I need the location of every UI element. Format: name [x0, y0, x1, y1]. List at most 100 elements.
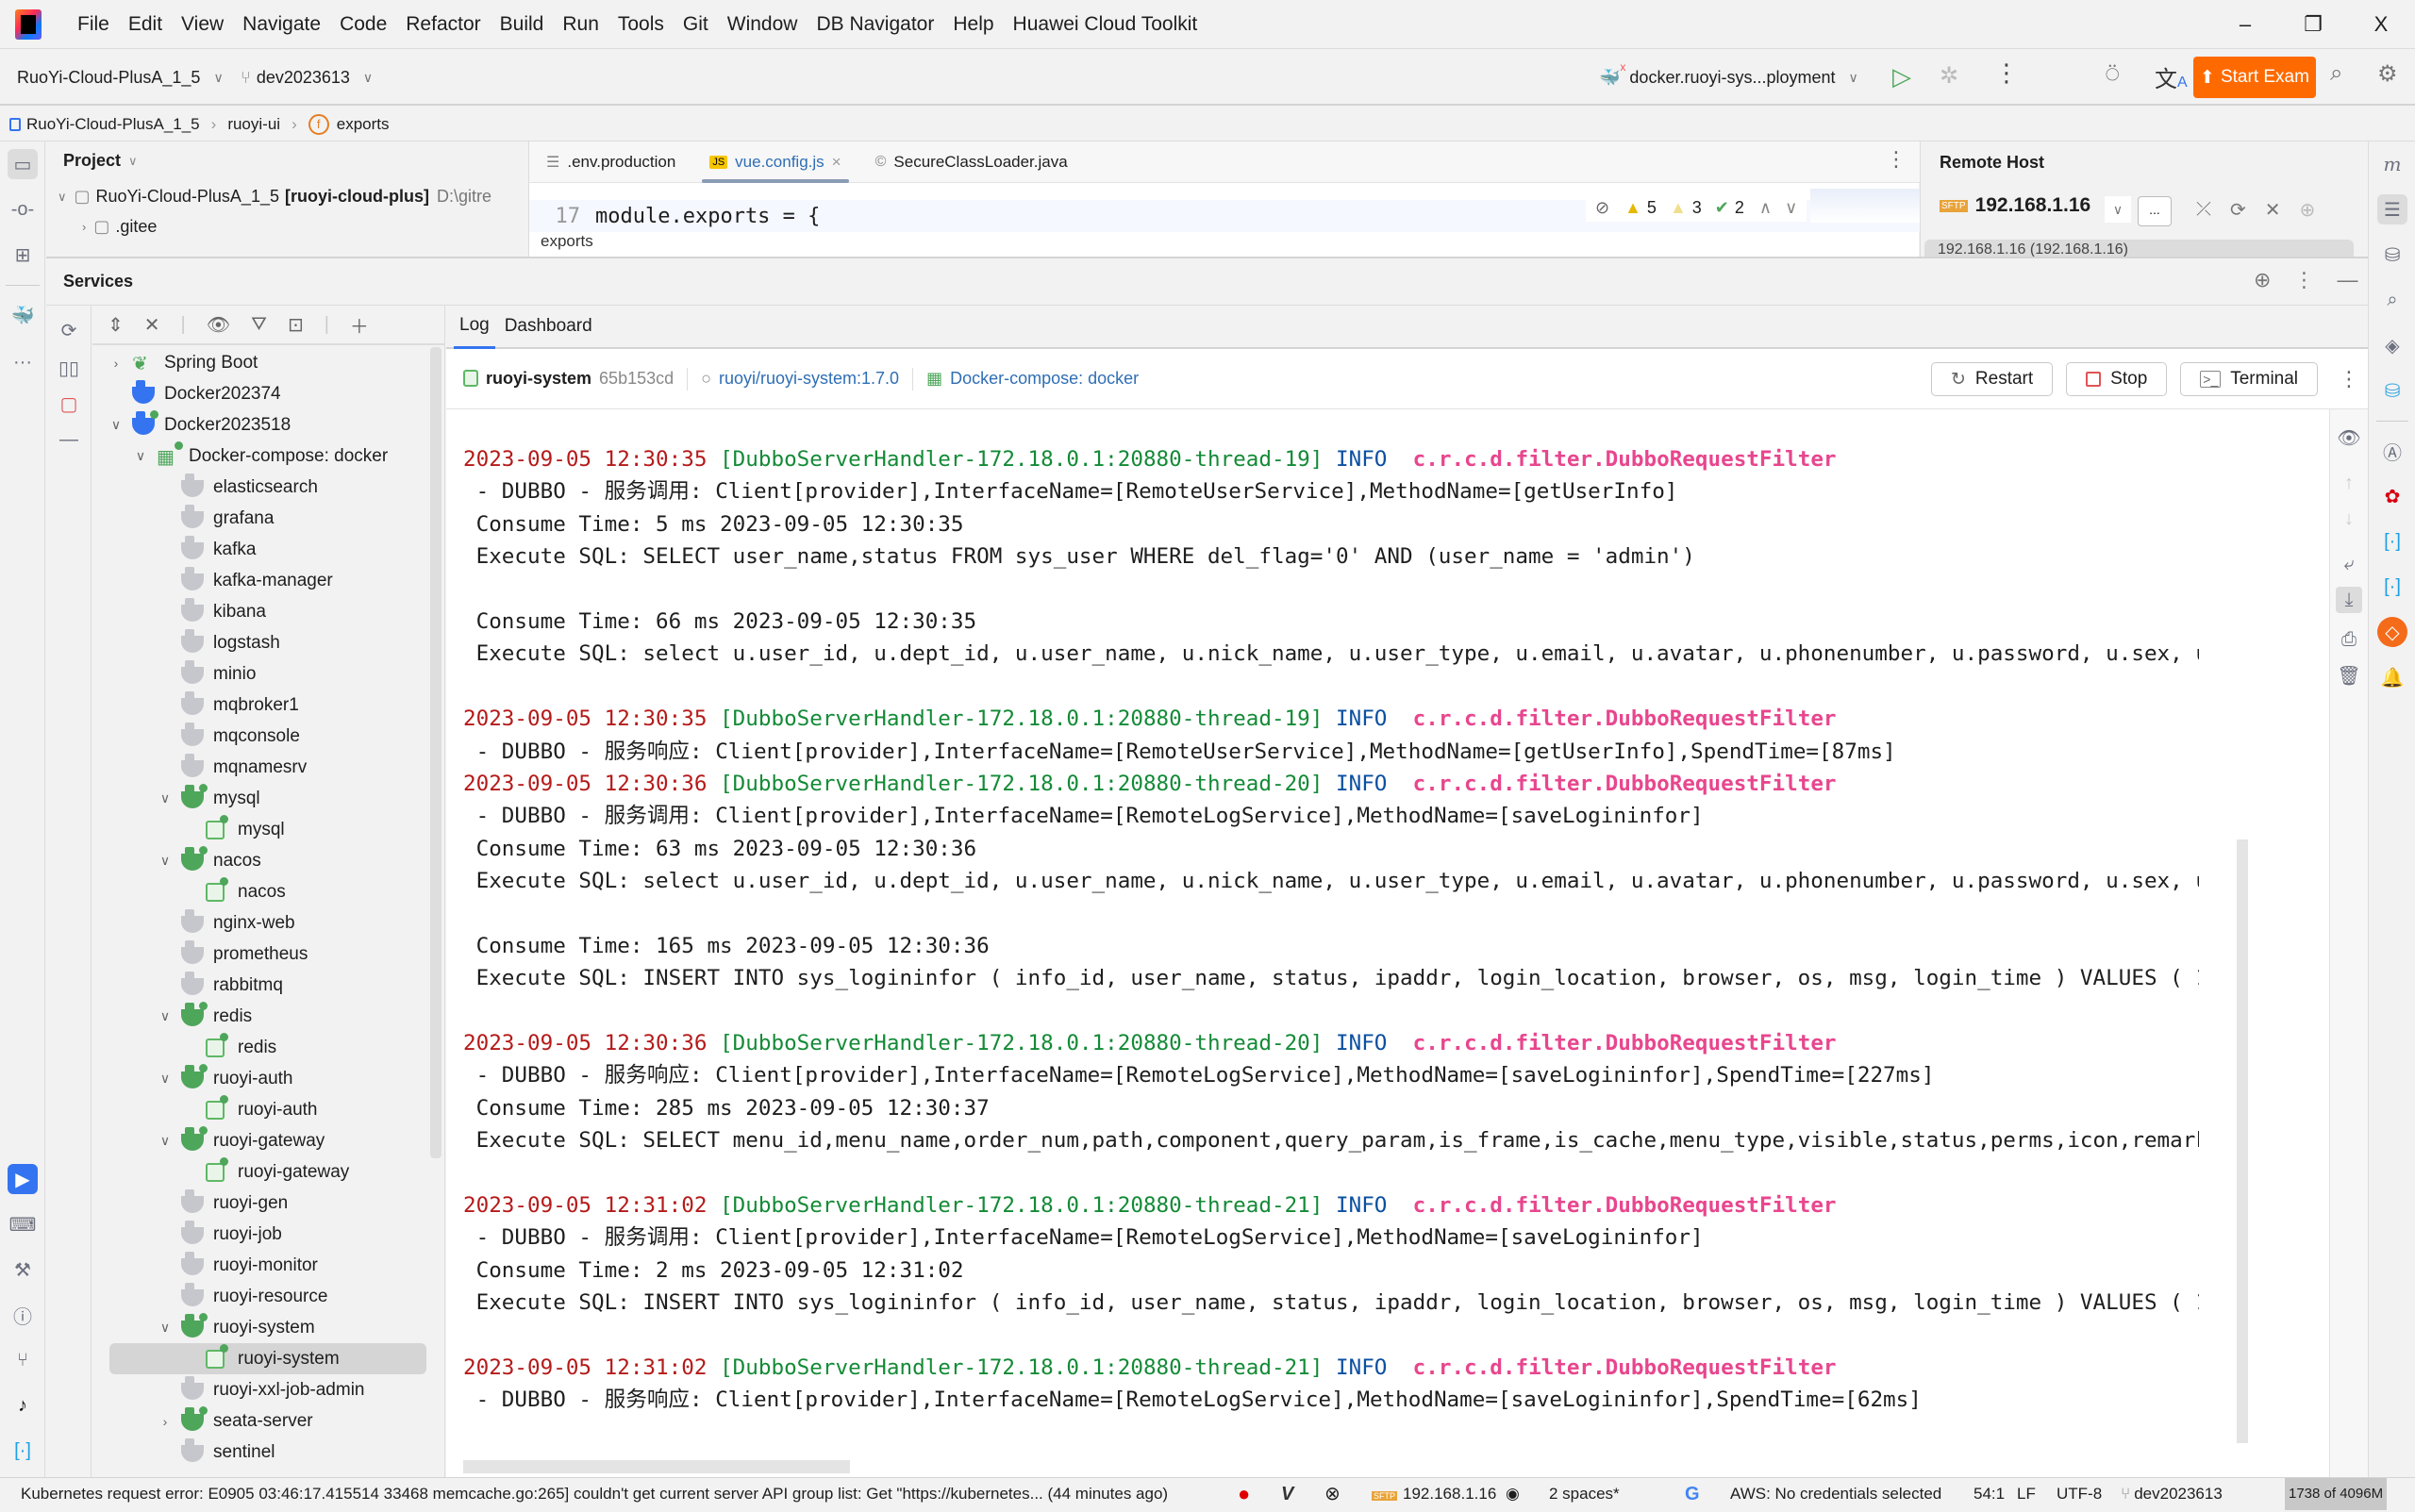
project-child-item[interactable]: › ▢ .gitee [82, 217, 157, 237]
disconnect-icon[interactable]: ✕ [2265, 198, 2281, 222]
project-root-item[interactable]: ∨ ▢ RuoYi-Cloud-PlusA_1_5 [ruoyi-cloud-p… [58, 187, 491, 207]
breadcrumb-item[interactable]: exports [337, 115, 390, 134]
chevron-right-icon[interactable]: › [157, 1414, 174, 1429]
sftp-status[interactable]: SFTP 192.168.1.16 [1372, 1478, 1496, 1512]
restart-button[interactable]: ↻ Restart [1931, 362, 2054, 396]
tree-item[interactable]: minio [92, 658, 256, 690]
chevron-down-icon[interactable]: ∨ [157, 853, 174, 869]
chevron-down-icon[interactable]: ∨ [157, 1133, 174, 1149]
tree-item[interactable]: ∨ redis [92, 1001, 252, 1032]
locate-icon[interactable]: ⊕ [2300, 198, 2316, 222]
breadcrumb-item[interactable]: RuoYi-Cloud-PlusA_1_5 [26, 115, 200, 134]
editor-tab[interactable]: JS vue.config.js × [692, 141, 858, 183]
tree-item[interactable]: ∨ ruoyi-gateway [92, 1125, 325, 1156]
memory-indicator[interactable]: 1738 of 4096M [2285, 1478, 2388, 1510]
view-options-icon[interactable]: 👁 [207, 313, 230, 337]
more-actions-icon[interactable]: ⋮ [1994, 58, 2019, 88]
run-icon[interactable]: ▷ [1892, 62, 1911, 91]
refresh-icon[interactable]: ⟳ [56, 317, 82, 343]
tree-item[interactable]: sentinel [92, 1437, 275, 1468]
tree-item[interactable]: ruoyi-job [92, 1219, 282, 1250]
project-panel-title[interactable]: Project ∨ [63, 151, 138, 171]
huawei-icon[interactable]: ✿ [2377, 481, 2407, 511]
db-navigator-icon[interactable]: ⛁ [2377, 375, 2407, 406]
scroll-up-icon[interactable]: ↑ [2336, 470, 2362, 496]
record-icon[interactable]: ● [1238, 1478, 1250, 1510]
browse-host-button[interactable]: ... [2138, 196, 2172, 226]
search-icon[interactable]: ⌕ [2330, 60, 2342, 87]
menu-item-window[interactable]: Window [718, 0, 808, 49]
host-dropdown-icon[interactable]: ∨ [2105, 196, 2131, 223]
cloud-toolkit-icon[interactable]: [·] [2377, 572, 2407, 602]
terminal-icon[interactable]: ⌨ [8, 1209, 38, 1239]
chevron-down-icon[interactable]: ∨ [108, 417, 125, 433]
menu-item-edit[interactable]: Edit [119, 0, 172, 49]
tree-item[interactable]: kafka-manager [92, 565, 333, 596]
stop-icon[interactable]: ▢ [56, 390, 82, 417]
inspection-widget[interactable]: ⊘ ▲ 5 ▲ 3 ✔ 2 ∧ ∨ [1586, 194, 1807, 222]
cursor-position[interactable]: 54:1 [1974, 1478, 2005, 1510]
clear-log-icon[interactable]: 🗑 [2336, 662, 2362, 689]
chevron-down-icon[interactable]: ∨ [157, 1008, 174, 1024]
notifications-icon[interactable]: 🔔 [2377, 662, 2407, 692]
menu-item-huawei-cloud-toolkit[interactable]: Huawei Cloud Toolkit [1004, 0, 1208, 49]
add-user-icon[interactable]: ⍥ [2106, 62, 2119, 89]
scroll-down-icon[interactable]: ↓ [2336, 506, 2362, 532]
next-highlight-icon[interactable]: ∨ [1785, 198, 1797, 218]
more-tools-icon[interactable]: ··· [8, 347, 38, 377]
tree-item[interactable]: logstash [92, 627, 280, 658]
tree-item[interactable]: mqbroker1 [92, 690, 299, 721]
expand-all-icon[interactable]: ⇕ [108, 313, 124, 337]
tree-item[interactable]: redis [92, 1032, 276, 1063]
indent-status[interactable]: 2 spaces* [1549, 1478, 1620, 1510]
code-search-icon[interactable]: ⌕ [2377, 285, 2407, 315]
server-icon[interactable]: ☰ [2377, 194, 2407, 224]
remote-tree-item[interactable]: 192.168.1.16 (192.168.1.16) [1924, 240, 2354, 257]
docker-icon[interactable]: 🐳 [8, 300, 38, 330]
commit-icon[interactable]: -o- [8, 194, 38, 224]
git-branch-status[interactable]: ⑂ dev2023613 [2121, 1478, 2223, 1510]
tree-item[interactable]: rabbitmq [92, 970, 283, 1001]
tree-item[interactable]: ∨ nacos [92, 845, 261, 876]
menu-item-tools[interactable]: Tools [608, 0, 674, 49]
menu-item-db-navigator[interactable]: DB Navigator [807, 0, 943, 49]
collapse-icon[interactable]: ⤫ [2196, 199, 2211, 221]
tree-item[interactable]: mysql [92, 814, 285, 845]
tree-item[interactable]: Docker202374 [92, 378, 281, 409]
menu-item-git[interactable]: Git [674, 0, 718, 49]
tree-item[interactable]: ruoyi-xxl-job-admin [92, 1374, 365, 1405]
editor-tab[interactable]: © SecureClassLoader.java [858, 141, 1085, 183]
tree-scrollbar[interactable] [430, 347, 441, 1158]
prev-highlight-icon[interactable]: ∧ [1759, 198, 1772, 218]
tree-item[interactable]: ruoyi-monitor [92, 1250, 318, 1281]
project-folder-icon[interactable]: ▭ [8, 149, 38, 179]
collapse-icon[interactable]: — [56, 426, 82, 453]
tree-item[interactable]: ∨ ▦ Docker-compose: docker [92, 440, 388, 472]
options-icon[interactable]: ⋮ [2293, 268, 2314, 292]
scroll-to-end-icon[interactable]: ⤓ [2336, 587, 2362, 613]
chevron-down-icon[interactable]: ∨ [157, 790, 174, 806]
build-hammer-icon[interactable]: ⚒ [8, 1254, 38, 1285]
more-options-icon[interactable]: ⋮ [2339, 367, 2359, 391]
view-icon[interactable]: 👁 [2336, 424, 2362, 451]
chevron-right-icon[interactable]: › [108, 356, 125, 371]
tree-item[interactable]: ruoyi-system [109, 1343, 426, 1374]
tree-item[interactable]: ruoyi-gateway [92, 1156, 349, 1188]
log-vertical-scrollbar[interactable] [2237, 839, 2248, 1443]
locate-icon[interactable]: ⊕ [2254, 268, 2271, 292]
host-selector[interactable]: SFTP 192.168.1.16 [1940, 194, 2090, 217]
add-service-icon[interactable]: ＋ [350, 311, 369, 339]
structure-icon[interactable]: ⊞ [8, 240, 38, 270]
chevron-down-icon[interactable]: ∨ [157, 1071, 174, 1087]
tab-log[interactable]: Log [454, 305, 495, 349]
cloud-toolkit-icon[interactable]: [·] [8, 1436, 38, 1466]
menu-item-file[interactable]: File [68, 0, 119, 49]
run-config-selector[interactable]: 🐳 x docker.ruoyi-sys...ployment ∨ [1599, 49, 1858, 106]
start-exam-button[interactable]: ⬆ Start Exam [2193, 57, 2316, 98]
tree-item[interactable]: mqconsole [92, 721, 300, 752]
tree-item[interactable]: ∨ ruoyi-auth [92, 1063, 293, 1094]
tree-item[interactable]: ∨ mysql [92, 783, 260, 814]
translate-book-icon[interactable]: Ⓐ [2377, 436, 2407, 466]
compose-link[interactable]: Docker-compose: docker [950, 369, 1139, 389]
line-separator[interactable]: LF [2017, 1478, 2036, 1510]
